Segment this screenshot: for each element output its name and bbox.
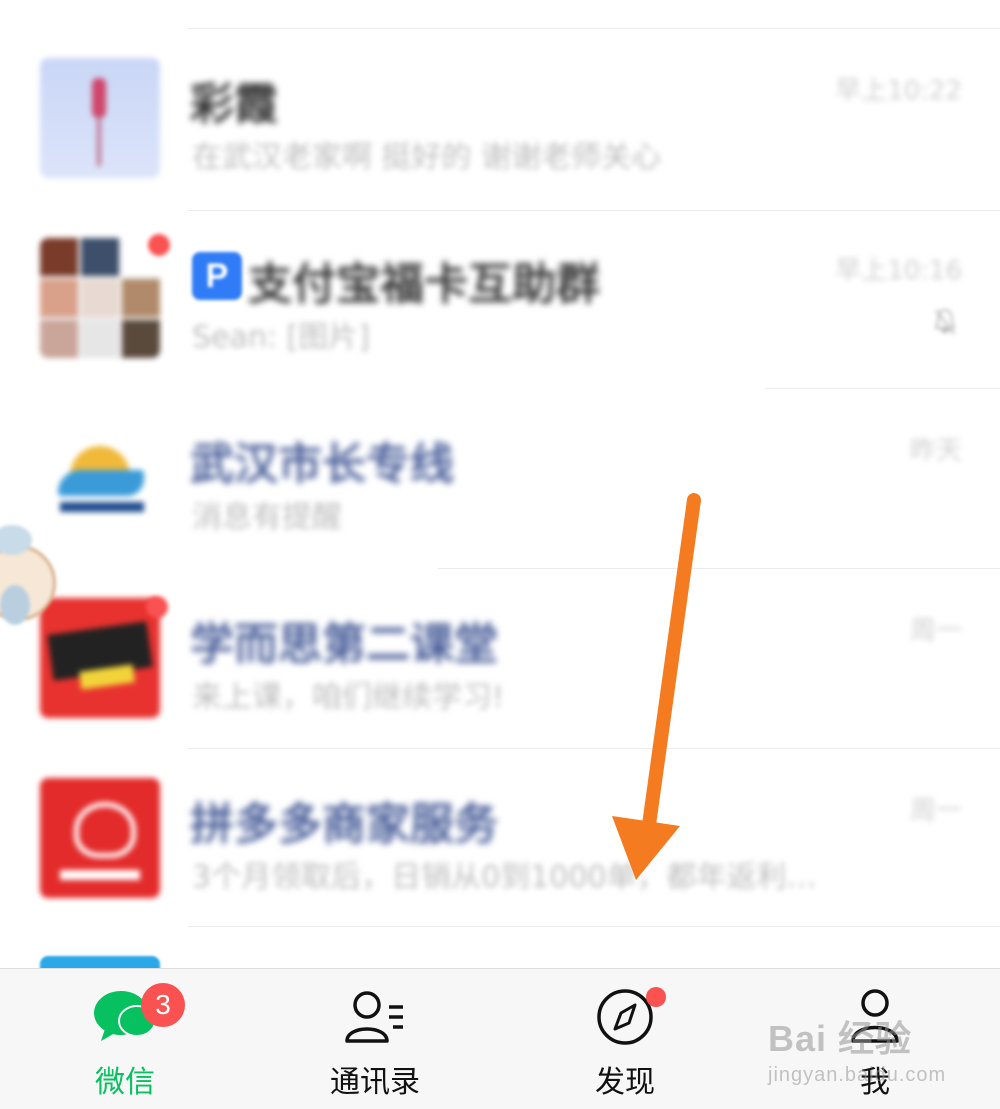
unread-dot <box>148 234 170 256</box>
chat-time: 周一 <box>909 616 962 646</box>
tab-label: 我 <box>860 1065 890 1100</box>
chat-name: 支付宝福卡互助群 <box>248 259 600 310</box>
tab-wechat[interactable]: 微信 <box>0 969 250 1109</box>
chat-name: 武汉市长专线 <box>190 439 454 490</box>
chat-name: 彩霞 <box>190 79 278 130</box>
person-icon <box>851 989 899 1043</box>
chat-preview: 在武汉老家啊 挺好的 谢谢老师关心 <box>192 140 662 175</box>
chat-item-wuhan-hotline[interactable]: 武汉市长专线 消息有提醒 昨天 <box>0 360 1000 569</box>
chat-time: 早上10:22 <box>835 76 962 106</box>
chat-item-pdd-service[interactable]: 拼多多商家服务 3个月领取后，日销从0到1000单，都年返利… 周一 <box>0 720 1000 927</box>
group-avatar <box>40 238 160 358</box>
chat-time: 早上10:16 <box>835 256 962 286</box>
chat-item-xueersi[interactable]: 学而思第二课堂 来上课，咱们继续学习! 周一 <box>0 540 1000 749</box>
chat-name: 拼多多商家服务 <box>190 799 498 850</box>
chat-item-alipay-group[interactable]: P 支付宝福卡互助群 Sean: [图片] 早上10:16 <box>0 180 1000 389</box>
avatar <box>40 778 160 898</box>
avatar <box>40 956 160 968</box>
discover-red-dot <box>646 987 666 1007</box>
floating-sticker[interactable] <box>0 525 56 635</box>
chat-item-caixia[interactable]: 彩霞 在武汉老家啊 挺好的 谢谢老师关心 早上10:22 <box>0 0 1000 211</box>
avatar <box>40 598 160 718</box>
contacts-icon <box>345 991 403 1043</box>
alipay-icon: P <box>192 252 242 300</box>
tab-label: 发现 <box>595 1065 655 1100</box>
chat-preview: 消息有提醒 <box>192 500 342 535</box>
chat-preview: Sean: [图片] <box>192 320 370 355</box>
tab-label: 微信 <box>95 1065 155 1100</box>
avatar <box>40 58 160 178</box>
chat-preview: 3个月领取后，日销从0到1000单，都年返利… <box>192 860 817 895</box>
chat-time: 昨天 <box>909 436 962 466</box>
tab-label: 通讯录 <box>330 1065 420 1100</box>
chat-time: 周一 <box>909 796 962 826</box>
unread-count-badge: 3 <box>141 983 185 1027</box>
chat-list: 彩霞 在武汉老家啊 挺好的 谢谢老师关心 早上10:22 P 支付宝福卡互助群 … <box>0 0 1000 968</box>
tab-me[interactable]: 我 <box>750 969 1000 1109</box>
tab-discover[interactable]: 发现 <box>500 969 750 1109</box>
divider <box>188 926 1000 927</box>
unread-dot <box>146 596 168 618</box>
chat-preview: 来上课，咱们继续学习! <box>192 680 505 715</box>
tab-contacts[interactable]: 通讯录 <box>250 969 500 1109</box>
avatar <box>40 418 160 538</box>
chat-name: 学而思第二课堂 <box>190 619 498 670</box>
bell-muted-icon <box>934 308 956 335</box>
